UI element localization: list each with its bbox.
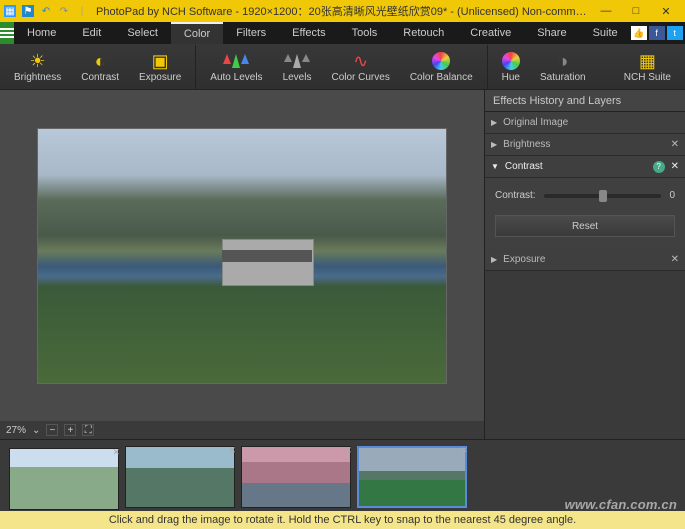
- side-panel: Effects History and Layers ▶ Original Ima…: [485, 90, 685, 439]
- menu-creative[interactable]: Creative: [457, 22, 524, 44]
- menubar: Home Edit Select Color Filters Effects T…: [0, 22, 685, 44]
- balance-tool[interactable]: Color Balance: [400, 45, 483, 89]
- panel-brightness[interactable]: ▶ Brightness ✕: [485, 134, 685, 156]
- levels-icon: [284, 50, 310, 72]
- facebook-icon[interactable]: f: [649, 26, 665, 40]
- slider-thumb[interactable]: [599, 190, 607, 202]
- close-icon[interactable]: ✕: [671, 139, 679, 150]
- curves-tool[interactable]: ∿Color Curves: [321, 45, 399, 89]
- chevron-right-icon: ▶: [491, 140, 497, 149]
- zoom-fit-button[interactable]: ⛶: [82, 424, 94, 436]
- menu-color[interactable]: Color: [171, 22, 223, 44]
- chevron-right-icon: ▶: [491, 255, 497, 264]
- saturation-tool[interactable]: ◑Saturation: [530, 45, 596, 89]
- close-icon[interactable]: ✕: [228, 445, 236, 456]
- zoom-percent: 27%: [6, 425, 26, 436]
- saturation-icon: ◑: [557, 50, 568, 72]
- balance-icon: [432, 50, 450, 72]
- tool-label: Saturation: [540, 72, 586, 83]
- close-icon[interactable]: ✕: [460, 445, 468, 456]
- zoom-bar: 27% ⌄ − + ⛶: [0, 421, 484, 439]
- divider: |: [76, 5, 88, 17]
- app-icon-4: ↷: [58, 5, 70, 17]
- contrast-icon: ◐: [95, 50, 106, 72]
- thumbnail-image: [9, 448, 119, 510]
- tool-label: Auto Levels: [210, 72, 262, 83]
- menu-share[interactable]: Share: [524, 22, 579, 44]
- panel-original[interactable]: ▶ Original Image: [485, 112, 685, 134]
- chevron-right-icon: ▶: [491, 118, 497, 127]
- canvas-area: 27% ⌄ − + ⛶: [0, 90, 485, 439]
- close-button[interactable]: ✕: [651, 0, 681, 22]
- menu-suite[interactable]: Suite: [580, 22, 631, 44]
- contrast-label: Contrast:: [495, 190, 536, 201]
- window-title: PhotoPad by NCH Software - 1920×1200：20张…: [96, 3, 591, 19]
- taskbar-icons: ▦ ⚑ ↶ ↷ |: [4, 5, 88, 17]
- tool-label: Color Curves: [331, 72, 389, 83]
- thumbnail-image: [357, 446, 467, 508]
- hamburger-button[interactable]: [0, 22, 14, 44]
- maximize-button[interactable]: □: [621, 0, 651, 22]
- tool-label: Brightness: [14, 72, 61, 83]
- levels-tool[interactable]: Levels: [273, 45, 322, 89]
- hue-tool[interactable]: Hue: [487, 45, 530, 89]
- side-panel-title: Effects History and Layers: [485, 90, 685, 112]
- sun-icon: ☀: [30, 50, 46, 72]
- menu-edit[interactable]: Edit: [69, 22, 114, 44]
- toolbar: ☀Brightness ◐Contrast ▣Exposure Auto Lev…: [0, 44, 685, 90]
- exposure-tool[interactable]: ▣Exposure: [129, 45, 191, 89]
- menu-effects[interactable]: Effects: [279, 22, 338, 44]
- tool-label: Exposure: [139, 72, 181, 83]
- hue-icon: [502, 50, 520, 72]
- menu-retouch[interactable]: Retouch: [390, 22, 457, 44]
- panel-label: Exposure: [503, 254, 545, 265]
- help-icon[interactable]: ?: [653, 161, 665, 173]
- contrast-value: 0: [669, 190, 675, 201]
- zoom-in-button[interactable]: +: [64, 424, 76, 436]
- menu-home[interactable]: Home: [14, 22, 69, 44]
- app-icon-2: ⚑: [22, 5, 34, 17]
- reset-button[interactable]: Reset: [495, 215, 675, 237]
- chevron-down-icon: ▼: [491, 162, 499, 171]
- autolevels-icon: [223, 50, 249, 72]
- titlebar: ▦ ⚑ ↶ ↷ | PhotoPad by NCH Software - 192…: [0, 0, 685, 22]
- autolevels-tool[interactable]: Auto Levels: [195, 45, 272, 89]
- contrast-tool[interactable]: ◐Contrast: [71, 45, 129, 89]
- close-icon[interactable]: ✕: [671, 161, 679, 172]
- tool-label: Contrast: [81, 72, 119, 83]
- panel-exposure[interactable]: ▶ Exposure ✕: [485, 249, 685, 271]
- panel-label: Contrast: [505, 161, 543, 172]
- menu-tools[interactable]: Tools: [339, 22, 391, 44]
- tool-label: Hue: [502, 72, 520, 83]
- panel-contrast[interactable]: ▼ Contrast? ✕: [485, 156, 685, 178]
- thumbnail-image: [125, 446, 235, 508]
- panel-label: Brightness: [503, 139, 550, 150]
- zoom-dropdown-icon[interactable]: ⌄: [32, 425, 40, 436]
- tool-label: NCH Suite: [624, 72, 671, 83]
- contrast-panel-body: Contrast: 0 Reset: [485, 178, 685, 249]
- app-icon-3: ↶: [40, 5, 52, 17]
- twitter-icon[interactable]: t: [667, 26, 683, 40]
- status-bar: Click and drag the image to rotate it. H…: [0, 511, 685, 529]
- close-icon[interactable]: ✕: [112, 447, 120, 458]
- close-icon[interactable]: ✕: [344, 445, 352, 456]
- contrast-slider[interactable]: [544, 194, 662, 198]
- image-canvas[interactable]: [37, 128, 447, 384]
- zoom-out-button[interactable]: −: [46, 424, 58, 436]
- panel-label: Original Image: [503, 117, 568, 128]
- exposure-icon: ▣: [152, 50, 169, 72]
- brightness-tool[interactable]: ☀Brightness: [4, 45, 71, 89]
- tool-label: Color Balance: [410, 72, 473, 83]
- nch-suite-tool[interactable]: ▦NCH Suite: [614, 45, 681, 89]
- minimize-button[interactable]: —: [591, 0, 621, 22]
- curves-icon: ∿: [353, 50, 368, 72]
- close-icon[interactable]: ✕: [671, 254, 679, 265]
- tool-label: Levels: [283, 72, 312, 83]
- grid-icon: ▦: [639, 50, 656, 72]
- like-icon[interactable]: 👍: [631, 26, 647, 40]
- menu-filters[interactable]: Filters: [223, 22, 279, 44]
- thumbnail-image: [241, 446, 351, 508]
- menu-select[interactable]: Select: [114, 22, 171, 44]
- app-icon-1: ▦: [4, 5, 16, 17]
